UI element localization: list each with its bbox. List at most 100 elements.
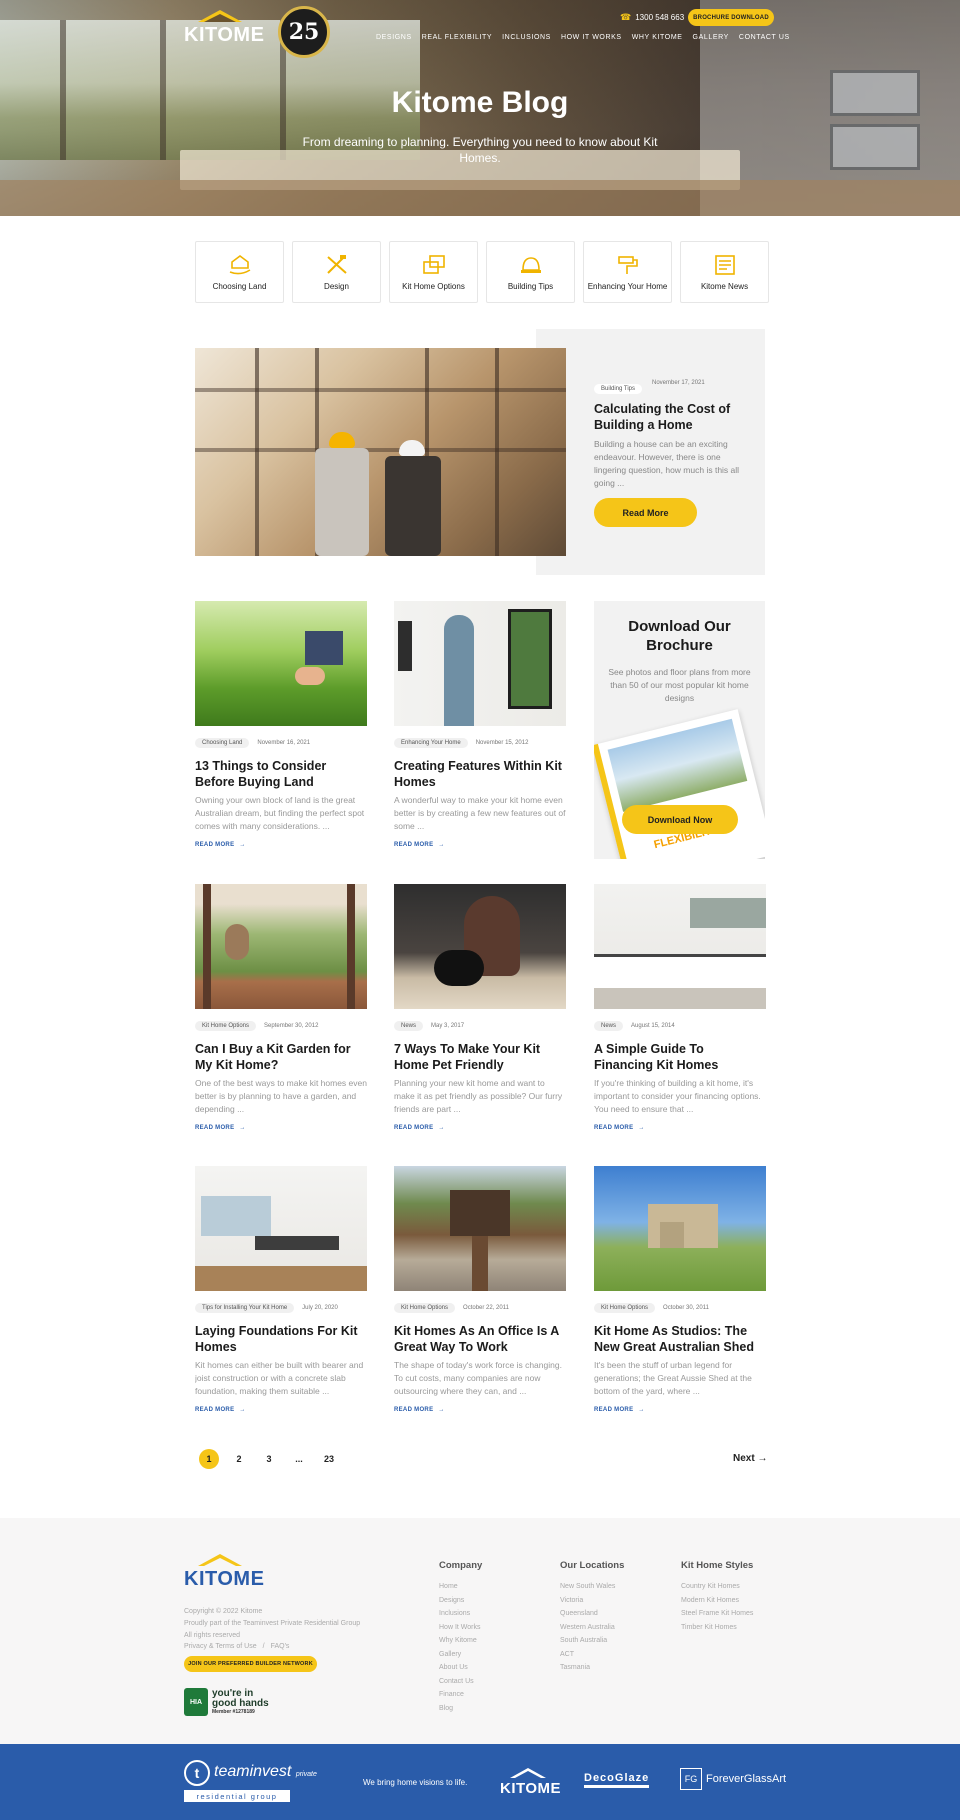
post-image[interactable] [394,1166,566,1291]
footer-link[interactable]: About Us [439,1661,482,1675]
pencil-ruler-icon [324,254,350,276]
post-date: October 22, 2011 [463,1305,509,1311]
category-pill[interactable]: Kit Home Options [195,1021,257,1031]
read-more-link[interactable]: READ MORE → [594,1125,766,1131]
phone-link[interactable]: ☎ 1300 548 663 [620,12,684,23]
footer-link[interactable]: South Australia [560,1634,624,1648]
category-pill[interactable]: Kit Home Options [394,1303,456,1313]
category-building-tips[interactable]: Building Tips [486,241,575,303]
nav-how-it-works[interactable]: HOW IT WORKS [561,34,622,41]
read-more-link[interactable]: READ MORE → [195,842,367,848]
post-title[interactable]: Can I Buy a Kit Garden for My Kit Home? [195,1041,367,1073]
faqs-link[interactable]: FAQ's [271,1643,290,1650]
post-image[interactable] [195,884,367,1009]
footer-link[interactable]: Why Kitome [439,1634,482,1648]
builder-network-button[interactable]: JOIN OUR PREFERRED BUILDER NETWORK [184,1656,317,1672]
footer-link[interactable]: Blog [439,1702,482,1716]
privacy-link[interactable]: Privacy & Terms of Use [184,1643,257,1650]
post-card[interactable]: Enhancing Your Home November 15, 2012 Cre… [394,601,566,848]
category-kit-home-options[interactable]: Kit Home Options [389,241,478,303]
footer-link[interactable]: Tasmania [560,1661,624,1675]
download-now-button[interactable]: Download Now [622,805,738,834]
footer-link[interactable]: Home [439,1580,482,1594]
category-label: Building Tips [507,281,554,291]
post-title[interactable]: 7 Ways To Make Your Kit Home Pet Friendl… [394,1041,566,1073]
page-3[interactable]: 3 [259,1449,279,1469]
post-title[interactable]: Kit Home As Studios: The New Great Austr… [594,1323,766,1355]
nav-contact-us[interactable]: CONTACT US [739,34,790,41]
post-title[interactable]: Kit Homes As An Office Is A Great Way To… [394,1323,566,1355]
post-card[interactable]: Kit Home Options October 30, 2011 Kit Hom… [594,1166,766,1413]
featured-read-more-button[interactable]: Read More [594,498,697,527]
partner-kitome-logo[interactable]: KITOME [500,1768,561,1798]
category-design[interactable]: Design [292,241,381,303]
featured-category[interactable]: Building Tips [594,377,643,395]
footer-link[interactable]: Timber Kit Homes [681,1621,753,1635]
category-pill[interactable]: Choosing Land [195,738,250,748]
post-card[interactable]: Choosing Land November 16, 2021 13 Things… [195,601,367,848]
post-image[interactable] [394,884,566,1009]
nav-inclusions[interactable]: INCLUSIONS [502,34,551,41]
category-pill[interactable]: News [394,1021,424,1031]
footer-link[interactable]: Contact Us [439,1675,482,1689]
kitome-logo[interactable]: KITOME [184,10,264,46]
brochure-download-button[interactable]: BROCHURE DOWNLOAD [688,9,774,26]
kit-boxes-icon [421,254,447,276]
category-pill[interactable]: Enhancing Your Home [394,738,468,748]
category-enhancing-your-home[interactable]: Enhancing Your Home [583,241,672,303]
read-more-link[interactable]: READ MORE → [594,1407,766,1413]
footer-link[interactable]: Western Australia [560,1621,624,1635]
footer-link[interactable]: Gallery [439,1648,482,1662]
footer-link[interactable]: Victoria [560,1594,624,1608]
read-more-link[interactable]: READ MORE → [195,1125,367,1131]
footer-link[interactable]: Designs [439,1594,482,1608]
category-pill[interactable]: Tips for Installing Your Kit Home [195,1303,295,1313]
nav-why-kitome[interactable]: WHY KITOME [632,34,683,41]
category-choosing-land[interactable]: Choosing Land [195,241,284,303]
footer-link[interactable]: New South Wales [560,1580,624,1594]
page-23[interactable]: 23 [319,1449,339,1469]
post-image[interactable] [195,1166,367,1291]
post-card[interactable]: Tips for Installing Your Kit Home July 20… [195,1166,367,1413]
post-card[interactable]: News May 3, 2017 7 Ways To Make Your Kit … [394,884,566,1131]
post-card[interactable]: News August 15, 2014 A Simple Guide To Fi… [594,884,766,1131]
post-card[interactable]: Kit Home Options October 22, 2011 Kit Hom… [394,1166,566,1413]
read-more-label: READ MORE [394,1125,434,1131]
featured-title[interactable]: Calculating the Cost of Building a Home [594,401,744,433]
read-more-link[interactable]: READ MORE → [394,842,566,848]
page-1[interactable]: 1 [199,1449,219,1469]
post-title[interactable]: A Simple Guide To Financing Kit Homes [594,1041,766,1073]
post-title[interactable]: Laying Foundations For Kit Homes [195,1323,367,1355]
read-more-link[interactable]: READ MORE → [195,1407,367,1413]
foreverglassart-logo[interactable]: FG ForeverGlassArt [680,1768,786,1790]
footer-link[interactable]: Country Kit Homes [681,1580,753,1594]
post-title[interactable]: Creating Features Within Kit Homes [394,758,566,790]
page-2[interactable]: 2 [229,1449,249,1469]
footer-link[interactable]: Modern Kit Homes [681,1594,753,1608]
footer-link[interactable]: Finance [439,1688,482,1702]
footer-link[interactable]: Steel Frame Kit Homes [681,1607,753,1621]
footer-link[interactable]: How It Works [439,1621,482,1635]
post-image[interactable] [394,601,566,726]
post-title[interactable]: 13 Things to Consider Before Buying Land [195,758,367,790]
category-kitome-news[interactable]: Kitome News [680,241,769,303]
footer-link[interactable]: Queensland [560,1607,624,1621]
post-image[interactable] [594,1166,766,1291]
post-image[interactable] [594,884,766,1009]
read-more-link[interactable]: READ MORE → [394,1407,566,1413]
nav-designs[interactable]: DESIGNS [376,34,412,41]
category-pill[interactable]: News [594,1021,624,1031]
footer-link[interactable]: Inclusions [439,1607,482,1621]
featured-image[interactable] [195,348,566,556]
footer-link[interactable]: ACT [560,1648,624,1662]
category-pill[interactable]: Kit Home Options [594,1303,656,1313]
post-image[interactable] [195,601,367,726]
read-more-link[interactable]: READ MORE → [394,1125,566,1131]
next-page-link[interactable]: Next → [733,1453,767,1464]
featured-date: November 17, 2021 [652,380,705,386]
nav-real-flexibility[interactable]: REAL FLEXIBILITY [422,34,492,41]
nav-gallery[interactable]: GALLERY [693,34,729,41]
footer-kitome-logo[interactable]: KITOME [184,1554,264,1590]
decoglaze-logo[interactable]: DecoGlaze [584,1772,650,1788]
post-card[interactable]: Kit Home Options September 30, 2012 Can I… [195,884,367,1131]
